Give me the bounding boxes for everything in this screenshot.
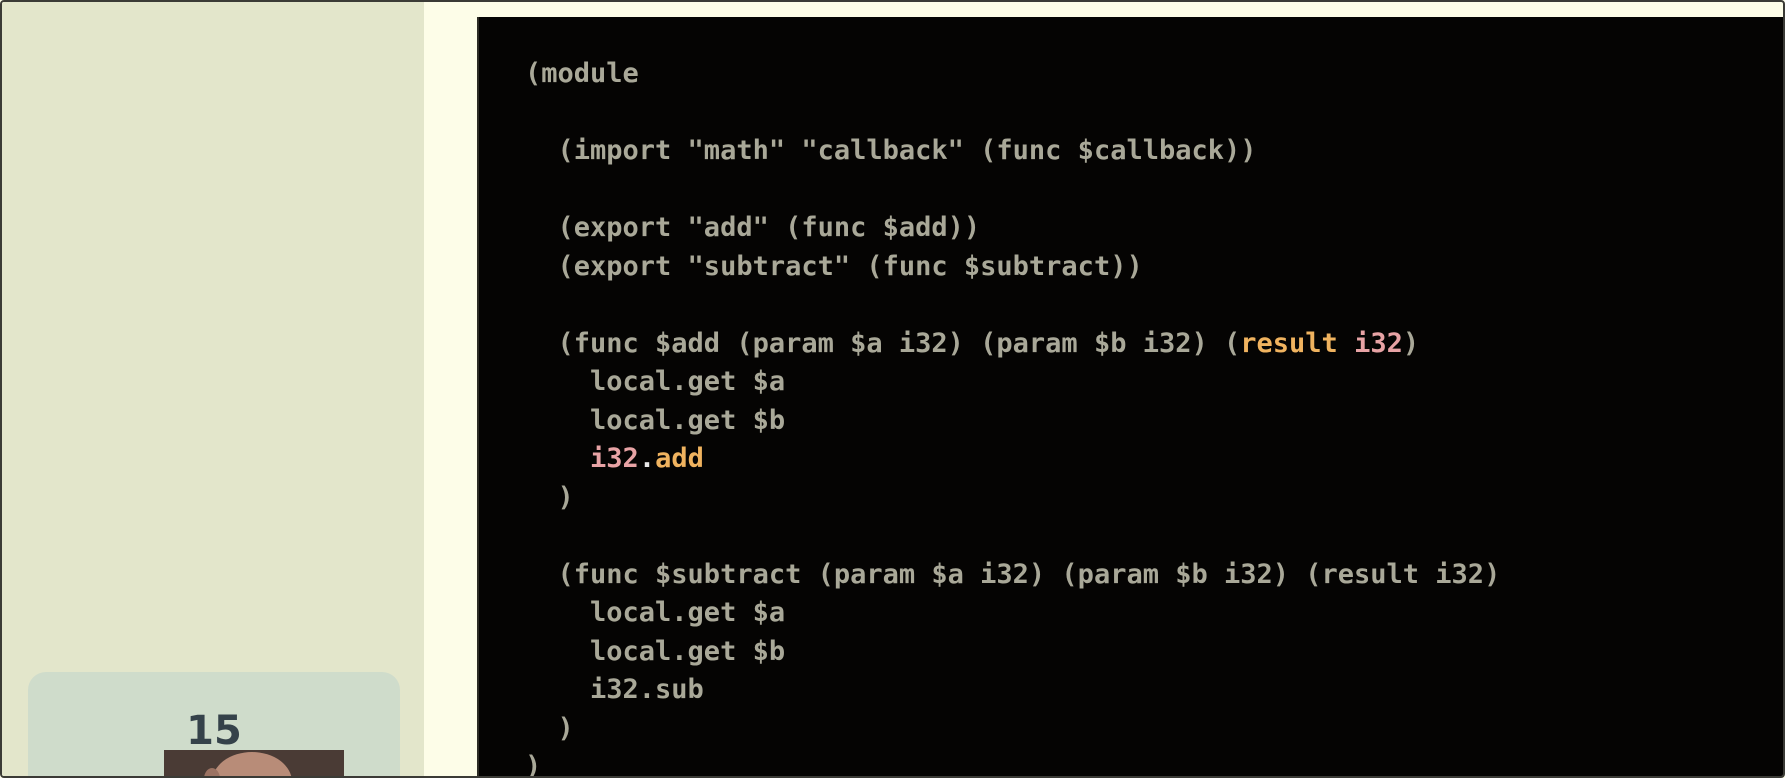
code-line: (export "subtract" (func $subtract)) bbox=[525, 250, 1143, 282]
slide-viewer-window: 15 (module (import "math" "callback" (fu… bbox=[0, 0, 1785, 778]
result-keyword: result bbox=[1240, 327, 1338, 359]
code-line: local.get $a bbox=[525, 597, 786, 628]
func-add-signature: (func $add (param $a i32) (param $b i32)… bbox=[525, 327, 1241, 359]
add-operator: add bbox=[655, 443, 704, 474]
code-line: i32.sub bbox=[525, 674, 704, 705]
code-line: ) bbox=[525, 712, 574, 744]
code-line-highlighted: i32.add bbox=[525, 443, 704, 474]
code-line: (func $subtract (param $a i32) (param $b… bbox=[525, 558, 1501, 590]
code-line: local.get $b bbox=[525, 404, 786, 436]
code-line: (export "add" (func $add)) bbox=[525, 212, 981, 243]
code-line: local.get $a bbox=[525, 366, 786, 397]
code-line: local.get $b bbox=[525, 635, 786, 667]
close-paren: ) bbox=[1402, 327, 1420, 359]
i32-type: i32 bbox=[590, 443, 639, 474]
slide-sidebar: 15 bbox=[2, 2, 424, 776]
code-line: ) bbox=[525, 751, 542, 778]
slide-number: 15 bbox=[186, 708, 242, 754]
code-line: (import "math" "callback" (func $callbac… bbox=[525, 135, 1257, 166]
code-line: (module bbox=[525, 58, 639, 89]
code-line: ) bbox=[525, 481, 574, 513]
wat-code-block: (module (import "math" "callback" (func … bbox=[525, 55, 1501, 778]
code-line-highlighted: (func $add (param $a i32) (param $b i32)… bbox=[525, 327, 1420, 359]
presenter-webcam-icon bbox=[164, 750, 344, 776]
presenter-face bbox=[212, 752, 292, 776]
i32-type: i32 bbox=[1354, 327, 1403, 359]
dot: . bbox=[638, 443, 656, 474]
